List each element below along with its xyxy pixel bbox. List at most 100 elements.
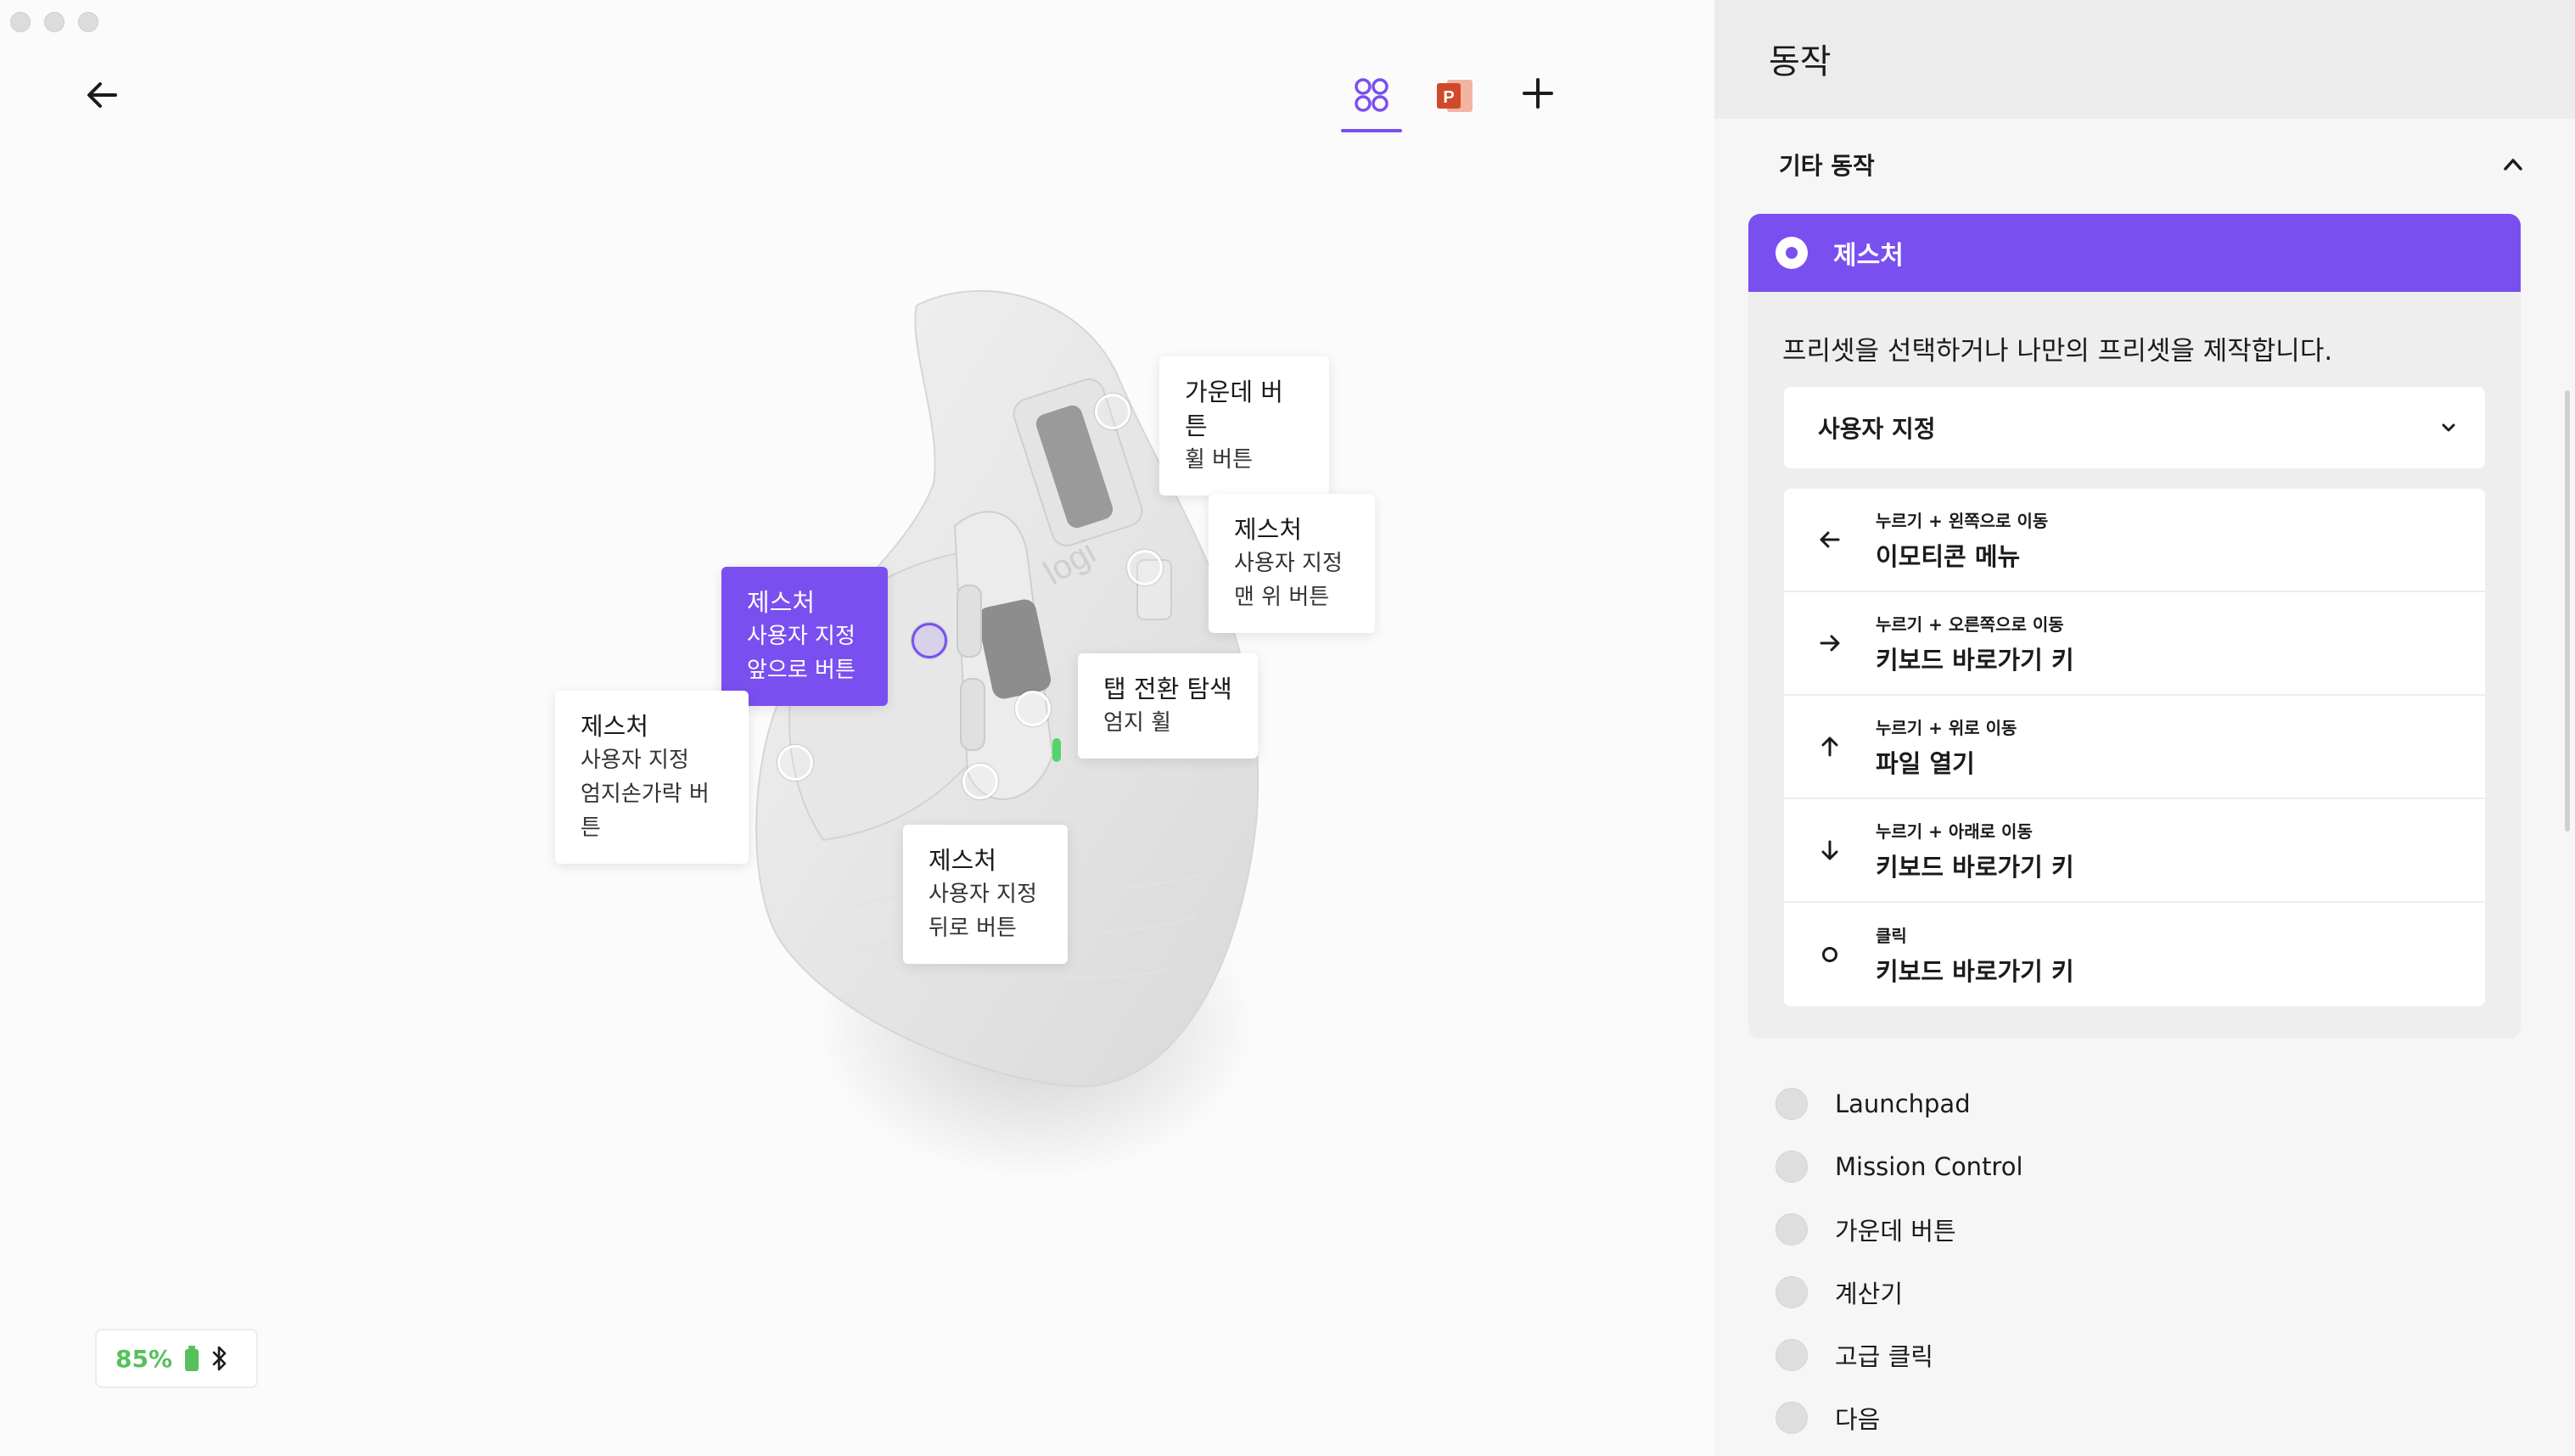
gesture-hint: 누르기 + 아래로 이동 (1876, 820, 2033, 842)
gesture-row-down[interactable]: 누르기 + 아래로 이동 키보드 바로가기 키 (1784, 799, 2485, 903)
callout-back-button[interactable]: 제스처 사용자 지정 뒤로 버튼 (903, 825, 1068, 964)
callout-title: 탭 전환 탐색 (1103, 675, 1232, 703)
arrow-left-icon (1820, 531, 1840, 548)
battery-status: 85% (95, 1329, 258, 1388)
thumb-button-hotspot[interactable] (777, 745, 813, 781)
actions-panel: 동작 기타 동작 제스처 프리셋을 선택하거나 나만의 프리셋을 제작합니다. … (1714, 0, 2575, 1456)
top-button-hotspot[interactable] (1127, 550, 1163, 585)
option-label: Mission Control (1835, 1152, 2023, 1181)
callout-thumb-button[interactable]: 제스처 사용자 지정 엄지손가락 버튼 (555, 691, 749, 864)
option-advanced-click[interactable]: 고급 클릭 (1776, 1324, 2023, 1386)
thumb-wheel-hotspot[interactable] (1015, 691, 1051, 726)
gesture-action: 키보드 바로가기 키 (1876, 956, 2074, 986)
callout-thumb-wheel[interactable]: 탭 전환 탐색 엄지 휠 (1078, 653, 1258, 759)
radio-selected-icon[interactable] (1776, 237, 1808, 269)
radio-unselected-icon[interactable] (1776, 1213, 1808, 1246)
panel-title: 동작 (1714, 0, 2575, 119)
callout-forward-button[interactable]: 제스처 사용자 지정 앞으로 버튼 (721, 567, 888, 706)
option-calculator[interactable]: 계산기 (1776, 1261, 2023, 1324)
preset-description: 프리셋을 선택하거나 나만의 프리셋을 제작합니다. (1782, 336, 2333, 367)
gesture-row-click[interactable]: 클릭 키보드 바로가기 키 (1784, 903, 2485, 1006)
battery-percent: 85% (115, 1344, 173, 1373)
close-window-button[interactable] (10, 12, 31, 32)
callout-title: 제스처 (1234, 515, 1303, 544)
gesture-option-card: 제스처 프리셋을 선택하거나 나만의 프리셋을 제작합니다. 사용자 지정 누르… (1748, 214, 2521, 1039)
gesture-list: 누르기 + 왼쪽으로 이동 이모티콘 메뉴 누르기 + 오른쪽으로 이동 키보드… (1784, 489, 2485, 1006)
gesture-action: 키보드 바로가기 키 (1876, 852, 2074, 882)
callout-subtitle: 맨 위 버튼 (1234, 585, 1330, 610)
gesture-hint: 클릭 (1876, 925, 1907, 946)
option-label: Launchpad (1835, 1089, 1971, 1118)
gesture-action: 키보드 바로가기 키 (1876, 645, 2074, 675)
arrow-right-icon (1820, 635, 1840, 652)
callout-subtitle: 휠 버튼 (1185, 447, 1254, 473)
arrow-up-icon (1821, 736, 1838, 757)
zoom-window-button[interactable] (78, 12, 98, 32)
other-actions-section-header[interactable]: 기타 동작 (1779, 148, 2526, 182)
option-mission-control[interactable]: Mission Control (1776, 1135, 2023, 1198)
forward-button-hotspot[interactable] (912, 623, 947, 658)
tab-all-apps[interactable] (1341, 68, 1402, 132)
arrow-left-icon (87, 82, 117, 108)
radio-unselected-icon[interactable] (1776, 1402, 1808, 1434)
gesture-row-up[interactable]: 누르기 + 위로 이동 파일 열기 (1784, 696, 2485, 799)
gesture-hint: 누르기 + 오른쪽으로 이동 (1876, 613, 2064, 635)
radio-unselected-icon[interactable] (1776, 1088, 1808, 1120)
action-options-list: Launchpad Mission Control 가운데 버튼 계산기 고급 … (1776, 1072, 2023, 1449)
callout-subtitle: 뒤로 버튼 (928, 916, 1017, 941)
gesture-row-left[interactable]: 누르기 + 왼쪽으로 이동 이모티콘 메뉴 (1784, 489, 2485, 592)
option-middle-button[interactable]: 가운데 버튼 (1776, 1198, 2023, 1261)
callout-middle-button[interactable]: 가운데 버튼 휠 버튼 (1159, 356, 1329, 496)
callout-title: 제스처 (928, 846, 997, 875)
app-tabs: P (1341, 68, 1568, 132)
section-title: 기타 동작 (1779, 152, 1875, 180)
callout-subtitle: 앞으로 버튼 (747, 658, 856, 683)
radio-unselected-icon[interactable] (1776, 1339, 1808, 1371)
panel-scrollbar[interactable] (2565, 390, 2570, 832)
callout-subtitle: 엄지 휠 (1103, 710, 1172, 736)
callout-line2: 사용자 지정 (747, 624, 856, 649)
callout-line2: 사용자 지정 (581, 748, 689, 773)
powerpoint-app-icon: P (1437, 80, 1473, 112)
gesture-row-right[interactable]: 누르기 + 오른쪽으로 이동 키보드 바로가기 키 (1784, 592, 2485, 696)
window-controls (10, 12, 98, 32)
option-launchpad[interactable]: Launchpad (1776, 1072, 2023, 1135)
circle-icon (1822, 947, 1837, 962)
radio-unselected-icon[interactable] (1776, 1276, 1808, 1308)
callout-title: 가운데 버튼 (1185, 378, 1283, 440)
middle-button-hotspot[interactable] (1095, 394, 1130, 429)
option-label: 다음 (1835, 1405, 1881, 1434)
option-label: 가운데 버튼 (1835, 1217, 1956, 1246)
callout-line2: 사용자 지정 (1234, 551, 1343, 576)
tab-add-app[interactable] (1507, 68, 1568, 132)
option-label: 계산기 (1835, 1280, 1904, 1308)
callout-title: 제스처 (581, 712, 649, 741)
back-button[interactable] (81, 75, 122, 115)
callout-subtitle: 엄지손가락 버튼 (581, 781, 710, 841)
add-app-icon (1523, 78, 1553, 109)
callout-top-button[interactable]: 제스처 사용자 지정 맨 위 버튼 (1209, 494, 1375, 633)
option-label: 고급 클릭 (1835, 1342, 1933, 1371)
bluetooth-icon (212, 1346, 227, 1371)
devices-grid-icon (1355, 78, 1388, 112)
callout-line2: 사용자 지정 (928, 882, 1037, 907)
gesture-option-label: 제스처 (1833, 241, 1904, 271)
callout-title: 제스처 (747, 588, 816, 617)
chevron-down-icon (2442, 423, 2455, 432)
chevron-up-icon[interactable] (2500, 152, 2526, 177)
gesture-action: 이모티콘 메뉴 (1876, 541, 2021, 571)
arrow-down-icon (1821, 840, 1838, 860)
gesture-option-selected[interactable]: 제스처 (1748, 214, 2521, 292)
preset-dropdown[interactable]: 사용자 지정 (1784, 387, 2485, 468)
option-next[interactable]: 다음 (1776, 1386, 2023, 1449)
svg-text:P: P (1443, 88, 1454, 107)
gesture-hint: 누르기 + 위로 이동 (1876, 717, 2017, 738)
back-button-hotspot[interactable] (962, 764, 998, 799)
preset-dropdown-value: 사용자 지정 (1818, 415, 1936, 443)
tab-powerpoint[interactable]: P (1424, 68, 1485, 132)
minimize-window-button[interactable] (44, 12, 65, 32)
battery-icon (185, 1346, 199, 1371)
radio-unselected-icon[interactable] (1776, 1151, 1808, 1183)
gesture-action: 파일 열기 (1876, 748, 1975, 778)
gesture-hint: 누르기 + 왼쪽으로 이동 (1876, 510, 2049, 531)
